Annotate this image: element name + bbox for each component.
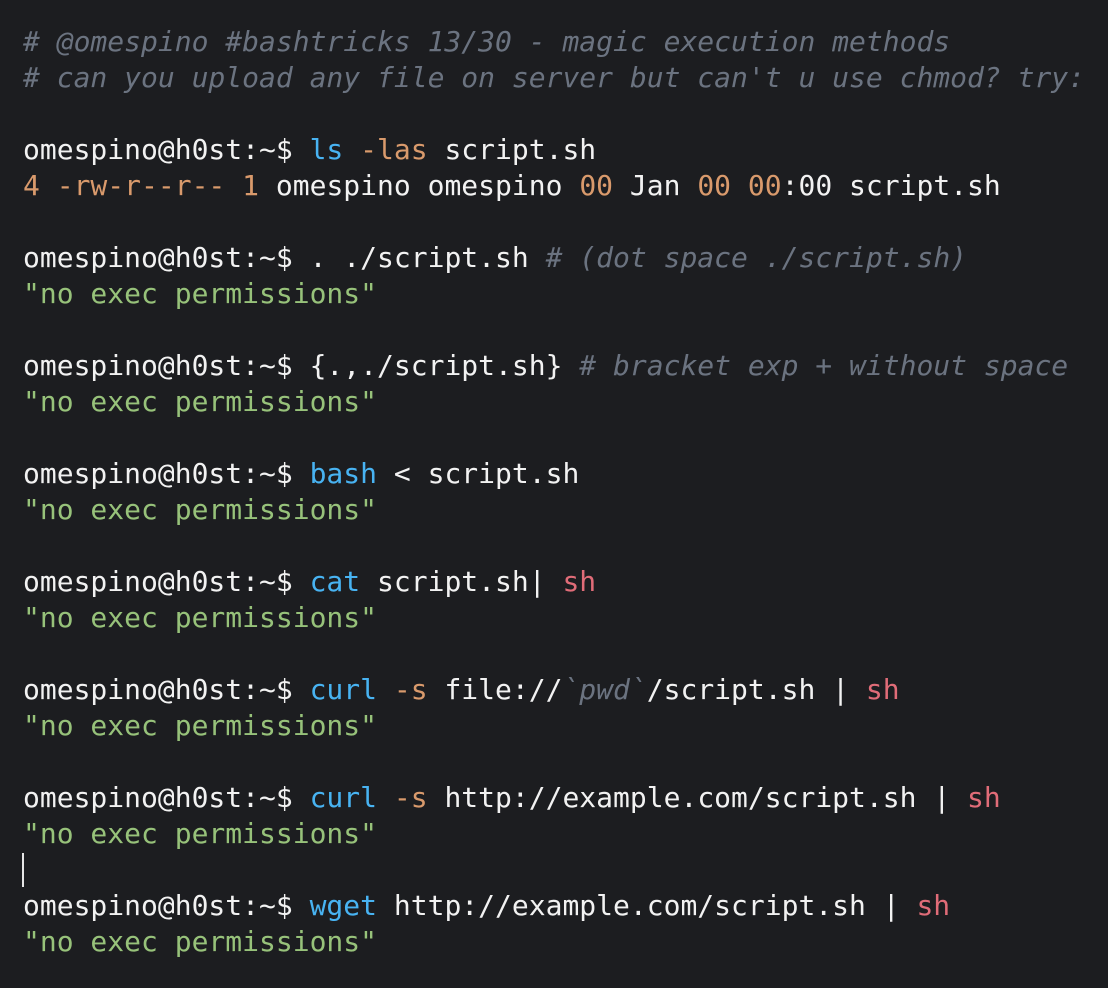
terminal-window[interactable]: # @omespino #bashtricks 13/30 - magic ex… [0,0,1108,988]
command-name: cat [309,565,361,598]
terminal-text: http://example.com/script.sh | [377,889,917,922]
command-name: bash [309,457,378,490]
output-string: "no exec permissions" [23,493,378,526]
terminal-line: "no exec permissions" [23,276,1085,312]
command-name: wget [309,889,378,922]
pipe-target: sh [916,889,951,922]
output-string: "no exec permissions" [23,817,378,850]
terminal-line: omespino@h0st:~$ ls -las script.sh [23,132,1085,168]
terminal-text: http://example.com/script.sh | [427,781,968,814]
terminal-line: "no exec permissions" [23,384,1085,420]
terminal-line: omespino@h0st:~$ cat script.sh| sh [23,564,1085,600]
numeric-value: 00 [579,169,614,202]
command-name: ls [309,133,344,166]
numeric-value: 4 -rw-r--r-- 1 [23,169,260,202]
subshell-expression: `pwd` [562,673,647,706]
text-cursor [22,853,24,887]
terminal-output: # @omespino #bashtricks 13/30 - magic ex… [23,24,1085,960]
terminal-text: . ./script.sh [309,241,546,274]
shell-comment: # bracket exp + without space [579,349,1069,382]
numeric-value: 00 [747,169,782,202]
terminal-line: 4 -rw-r--r-- 1 omespino omespino 00 Jan … [23,168,1085,204]
command-flag: -las [360,133,428,166]
terminal-line: omespino@h0st:~$ {.,./script.sh} # brack… [23,348,1085,384]
output-string: "no exec permissions" [23,277,378,310]
shell-prompt: omespino@h0st:~$ [23,349,310,382]
terminal-text: :00 script.sh [781,169,1001,202]
shell-prompt: omespino@h0st:~$ [23,241,310,274]
terminal-text: /script.sh | [646,673,866,706]
shell-comment: # @omespino #bashtricks 13/30 - magic ex… [23,25,951,58]
terminal-line: "no exec permissions" [23,816,1085,852]
terminal-text: script.sh| [360,565,563,598]
shell-prompt: omespino@h0st:~$ [23,133,310,166]
shell-prompt: omespino@h0st:~$ [23,673,310,706]
terminal-line: omespino@h0st:~$ curl -s file://`pwd`/sc… [23,672,1085,708]
command-name: curl [309,781,378,814]
pipe-target: sh [967,781,1001,814]
terminal-line: # can you upload any file on server but … [23,60,1085,96]
terminal-text: script.sh [427,133,597,166]
pipe-target: sh [562,565,597,598]
terminal-line: omespino@h0st:~$ bash < script.sh [23,456,1085,492]
terminal-text: {.,./script.sh} [309,349,580,382]
command-name: curl [309,673,378,706]
shell-comment: # (dot space ./script.sh) [545,241,968,274]
shell-comment: # can you upload any file on server but … [23,61,1086,94]
terminal-text: < script.sh [377,457,580,490]
terminal-line: "no exec permissions" [23,492,1085,528]
output-string: "no exec permissions" [23,709,378,742]
output-string: "no exec permissions" [23,385,378,418]
shell-prompt: omespino@h0st:~$ [23,457,310,490]
terminal-line: "no exec permissions" [23,600,1085,636]
terminal-line: omespino@h0st:~$ curl -s http://example.… [23,780,1085,816]
terminal-line: "no exec permissions" [23,924,1085,960]
terminal-text: file:// [427,673,563,706]
terminal-line: "no exec permissions" [23,708,1085,744]
terminal-text: omespino omespino [259,169,580,202]
shell-prompt: omespino@h0st:~$ [23,565,310,598]
terminal-line: omespino@h0st:~$ . ./script.sh # (dot sp… [23,240,1085,276]
terminal-line: # @omespino #bashtricks 13/30 - magic ex… [23,24,1085,60]
shell-prompt: omespino@h0st:~$ [23,781,310,814]
output-string: "no exec permissions" [23,925,378,958]
pipe-target: sh [865,673,900,706]
terminal-text: Jan [613,169,698,202]
command-flag: -s [393,673,428,706]
command-flag: -s [393,781,428,814]
shell-prompt: omespino@h0st:~$ [23,889,310,922]
terminal-line: omespino@h0st:~$ wget http://example.com… [23,888,1085,924]
numeric-value: 00 [697,169,732,202]
output-string: "no exec permissions" [23,601,378,634]
